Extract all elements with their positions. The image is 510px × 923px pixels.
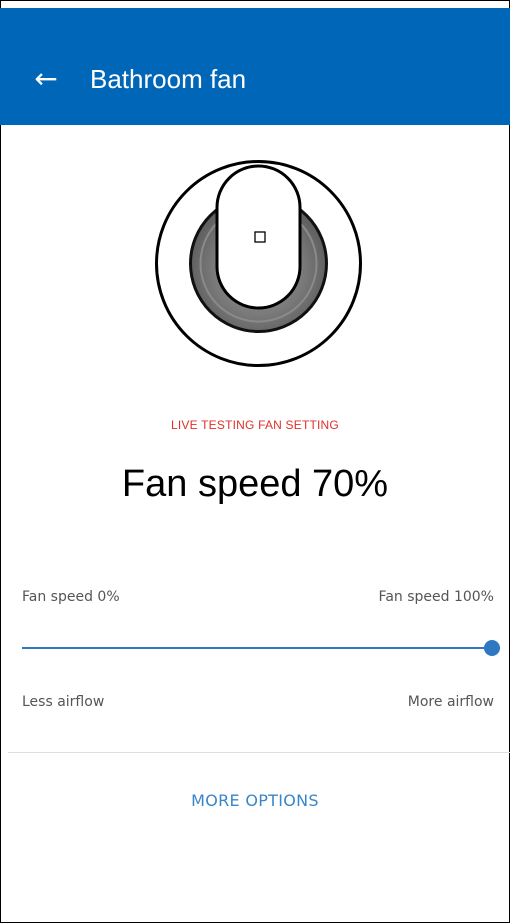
- more-airflow-label: More airflow: [407, 694, 494, 710]
- slider-min-label: Fan speed 0%: [22, 589, 120, 605]
- fan-speed-readout: Fan speed 70%: [121, 463, 389, 505]
- divider: [8, 752, 510, 753]
- arrow-left-icon[interactable]: ←: [32, 65, 60, 93]
- less-airflow-label: Less airflow: [22, 694, 105, 710]
- fan-switch-icon: [155, 160, 362, 367]
- page-title: Bathroom fan: [90, 64, 247, 94]
- more-options-button[interactable]: MORE OPTIONS: [0, 790, 510, 812]
- live-testing-label: LIVE TESTING FAN SETTING: [171, 418, 339, 432]
- app-bar: ← Bathroom fan: [0, 8, 510, 125]
- slider-fill: [22, 647, 492, 649]
- slider-thumb[interactable]: [484, 640, 500, 656]
- slider-max-label: Fan speed 100%: [378, 589, 494, 605]
- fan-speed-slider[interactable]: [22, 638, 500, 658]
